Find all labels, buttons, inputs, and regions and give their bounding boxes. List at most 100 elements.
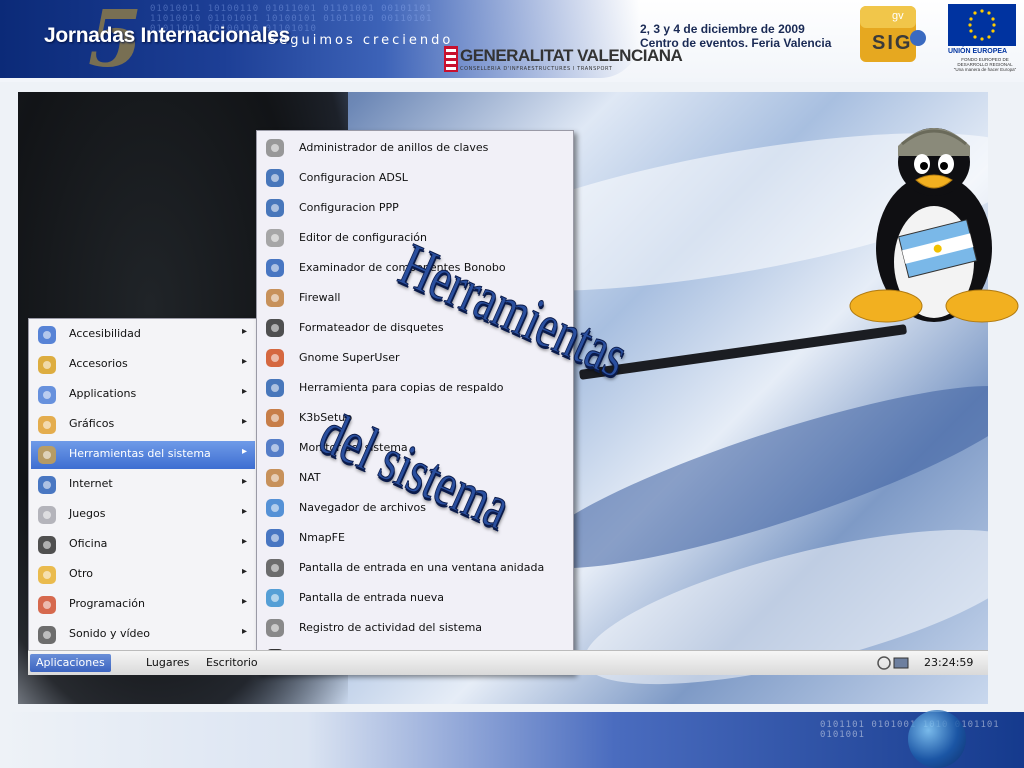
system-tools-menu-item[interactable]: Gnome SuperUser xyxy=(259,343,569,373)
system-tools-menu-item-label: Formateador de disquetes xyxy=(299,321,444,334)
gvsig-small-text: gv xyxy=(892,10,904,22)
system-tools-menu-item[interactable]: NmapFE xyxy=(259,523,569,553)
k3bsetup-icon xyxy=(265,408,285,428)
system-tools-submenu: Administrador de anillos de claves Config… xyxy=(256,130,574,674)
places-menu-button[interactable]: Lugares xyxy=(140,654,195,672)
clock[interactable]: 23:24:59 xyxy=(924,654,973,672)
system-tools-menu-item-label: Editor de configuración xyxy=(299,231,427,244)
ppp-config-icon xyxy=(265,198,285,218)
tray-network-icon[interactable] xyxy=(876,655,912,671)
system-tools-menu-item[interactable]: Monitor del sistema xyxy=(259,433,569,463)
system-tools-menu-item[interactable]: Configuracion ADSL xyxy=(259,163,569,193)
event-venue: Centro de eventos. Feria Valencia xyxy=(640,36,832,50)
apps-menu-item[interactable]: Applications ▸ xyxy=(31,381,255,409)
adsl-config-icon xyxy=(265,168,285,188)
system-tools-menu-item[interactable]: Examinador de componentes Bonobo xyxy=(259,253,569,283)
apps-menu-item[interactable]: Accesibilidad ▸ xyxy=(31,321,255,349)
submenu-arrow-icon: ▸ xyxy=(241,596,247,607)
event-slogan: Seguimos creciendo xyxy=(268,33,454,48)
system-tools-menu-item-label: Herramienta para copias de respaldo xyxy=(299,381,504,394)
event-title: Jornadas Internacionales xyxy=(44,24,291,47)
system-tools-menu-item-label: K3bSetup xyxy=(299,411,353,424)
applications-menu-button[interactable]: Aplicaciones xyxy=(30,654,111,672)
header-banner: 01010011 10100110 01011001 01101001 0010… xyxy=(0,0,1024,85)
apps-menu-item[interactable]: Sonido y vídeo ▸ xyxy=(31,621,255,649)
bonobo-browser-icon xyxy=(265,258,285,278)
apps-menu-item[interactable]: Oficina ▸ xyxy=(31,531,255,559)
generalitat-department: CONSELLERIA D'INFRAESTRUCTURES I TRANSPO… xyxy=(460,66,613,72)
system-tools-menu-item[interactable]: Configuracion PPP xyxy=(259,193,569,223)
system-tools-menu-item-label: Pantalla de entrada en una ventana anida… xyxy=(299,561,545,574)
system-log-icon xyxy=(265,618,285,638)
applications-icon xyxy=(37,385,57,405)
internet-icon xyxy=(37,475,57,495)
system-tools-menu-item-label: Configuracion PPP xyxy=(299,201,399,214)
apps-menu-item-label: Gráficos xyxy=(69,417,115,430)
apps-menu-item-label: Juegos xyxy=(69,507,106,520)
apps-menu-item-label: Otro xyxy=(69,567,93,580)
floppy-formatter-icon xyxy=(265,318,285,338)
submenu-arrow-icon: ▸ xyxy=(241,446,247,457)
eu-title: UNIÓN EUROPEA xyxy=(948,48,1008,55)
system-tools-menu-item[interactable]: Registro de actividad del sistema xyxy=(259,613,569,643)
apps-menu-item-label: Accesorios xyxy=(69,357,128,370)
system-tools-menu-item-label: Examinador de componentes Bonobo xyxy=(299,261,506,274)
desktop-menu-button[interactable]: Escritorio xyxy=(200,654,264,672)
system-tools-menu-item[interactable]: Pantalla de entrada nueva xyxy=(259,583,569,613)
submenu-arrow-icon: ▸ xyxy=(241,536,247,547)
apps-menu-item-label: Oficina xyxy=(69,537,108,550)
system-tools-menu-item-label: Administrador de anillos de claves xyxy=(299,141,489,154)
apps-menu-item[interactable]: Programación ▸ xyxy=(31,591,255,619)
system-tools-menu-item-label: Navegador de archivos xyxy=(299,501,427,514)
apps-menu-item[interactable]: Otro ▸ xyxy=(31,561,255,589)
event-info: 2, 3 y 4 de diciembre de 2009 Centro de … xyxy=(640,22,831,50)
system-tools-menu-item-label: Registro de actividad del sistema xyxy=(299,621,483,634)
system-tools-menu-item[interactable]: Editor de configuración xyxy=(259,223,569,253)
apps-menu-item[interactable]: Accesorios ▸ xyxy=(31,351,255,379)
system-tools-menu-item[interactable]: Navegador de archivos xyxy=(259,493,569,523)
event-dates: 2, 3 y 4 de diciembre de 2009 xyxy=(640,22,805,36)
apps-menu-item-label: Applications xyxy=(69,387,137,400)
apps-menu-item-label: Internet xyxy=(69,477,113,490)
other-icon xyxy=(37,565,57,585)
system-tools-menu-item[interactable]: Pantalla de entrada en una ventana anida… xyxy=(259,553,569,583)
submenu-arrow-icon: ▸ xyxy=(241,326,247,337)
apps-menu-item[interactable]: Internet ▸ xyxy=(31,471,255,499)
system-tools-menu-item[interactable]: K3bSetup xyxy=(259,403,569,433)
system-tools-menu-item-label: NmapFE xyxy=(299,531,345,544)
system-tools-menu-item[interactable]: Herramienta para copias de respaldo xyxy=(259,373,569,403)
new-login-icon xyxy=(265,588,285,608)
nat-icon xyxy=(265,468,285,488)
system-tools-menu-item[interactable]: Administrador de anillos de claves xyxy=(259,133,569,163)
superuser-icon xyxy=(265,348,285,368)
system-tools-menu-item[interactable]: Formateador de disquetes xyxy=(259,313,569,343)
submenu-arrow-icon: ▸ xyxy=(241,566,247,577)
taskbar: Aplicaciones Lugares Escritorio 23:24:59 xyxy=(28,650,988,675)
eu-motto: "Una manera de hacer Europa" xyxy=(953,67,1017,72)
apps-menu-item[interactable]: Herramientas del sistema ▸ xyxy=(31,441,255,469)
file-browser-icon xyxy=(265,498,285,518)
system-tools-menu-item-label: Gnome SuperUser xyxy=(299,351,400,364)
system-tools-menu-item[interactable]: NAT xyxy=(259,463,569,493)
applications-menu: Accesibilidad ▸ Accesorios ▸ Applications ▸ Gr… xyxy=(28,318,258,652)
firewall-icon xyxy=(265,288,285,308)
accessories-icon xyxy=(37,355,57,375)
system-tools-menu-item[interactable]: Firewall xyxy=(259,283,569,313)
submenu-arrow-icon: ▸ xyxy=(241,356,247,367)
submenu-arrow-icon: ▸ xyxy=(241,386,247,397)
submenu-arrow-icon: ▸ xyxy=(241,506,247,517)
eu-fund-name: FONDO EUROPEO DE DESARROLLO REGIONAL xyxy=(957,57,1013,67)
eu-fund: FONDO EUROPEO DE DESARROLLO REGIONAL "Un… xyxy=(952,57,1018,72)
system-tools-menu-item-label: Monitor del sistema xyxy=(299,441,408,454)
config-editor-icon xyxy=(265,228,285,248)
backup-tool-icon xyxy=(265,378,285,398)
system-tools-icon xyxy=(37,445,57,465)
sound-video-icon xyxy=(37,625,57,645)
apps-menu-item[interactable]: Gráficos ▸ xyxy=(31,411,255,439)
apps-menu-item[interactable]: Juegos ▸ xyxy=(31,501,255,529)
nested-login-icon xyxy=(265,558,285,578)
eu-flag-icon xyxy=(948,4,1016,46)
apps-menu-item-label: Sonido y vídeo xyxy=(69,627,151,640)
globe-icon xyxy=(908,710,966,768)
apps-menu-item-label: Programación xyxy=(69,597,145,610)
